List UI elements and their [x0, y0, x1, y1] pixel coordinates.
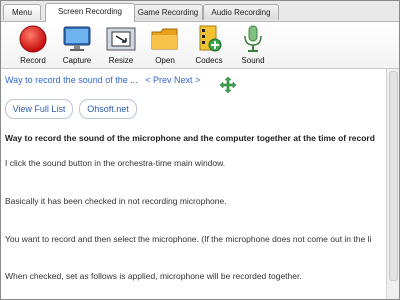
resize-button[interactable]: Resize — [99, 25, 143, 67]
tab-bar: Menu Screen Recording Game Recording Aud… — [1, 1, 399, 22]
capture-label: Capture — [62, 56, 92, 65]
ohsoft-link-button[interactable]: Ohsoft.net — [79, 99, 137, 119]
app-window: Menu Screen Recording Game Recording Aud… — [0, 0, 400, 300]
codecs-label: Codecs — [195, 56, 223, 65]
paragraph: Basically it has been checked in not rec… — [5, 196, 227, 206]
record-label: Record — [20, 56, 46, 65]
help-content: Way to record the sound of the ... < Pre… — [1, 69, 386, 299]
codecs-button[interactable]: Codecs — [187, 25, 231, 67]
article-nav: Way to record the sound of the ... < Pre… — [5, 75, 200, 85]
menu-button[interactable]: Menu — [3, 4, 41, 20]
paragraph: When checked, set as follows is applied,… — [5, 271, 302, 281]
paragraph: I click the sound button in the orchestr… — [5, 158, 226, 168]
paragraph: You want to record and then select the m… — [5, 234, 372, 244]
folder-icon — [151, 28, 178, 50]
prev-link[interactable]: < Prev — [145, 75, 171, 85]
tab-audio-recording[interactable]: Audio Recording — [203, 4, 279, 20]
capture-button[interactable]: Capture — [55, 25, 99, 67]
microphone-icon — [244, 25, 262, 52]
sound-button[interactable]: Sound — [231, 25, 275, 67]
codecs-icon — [199, 25, 222, 52]
article-title-link[interactable]: Way to record the sound of the ... — [5, 75, 138, 85]
tab-screen-recording[interactable]: Screen Recording — [45, 3, 135, 22]
article-heading: Way to record the sound of the microphon… — [5, 133, 375, 143]
next-link[interactable]: Next > — [174, 75, 200, 85]
record-icon — [19, 25, 47, 53]
open-button[interactable]: Open — [143, 25, 187, 67]
record-button[interactable]: Record — [11, 25, 55, 67]
monitor-icon — [63, 26, 91, 51]
open-label: Open — [155, 56, 175, 65]
resize-icon — [106, 27, 136, 51]
sound-label: Sound — [241, 56, 265, 65]
move-cursor-icon — [220, 77, 236, 93]
scrollbar-thumb[interactable] — [389, 71, 398, 281]
tab-game-recording[interactable]: Game Recording — [133, 4, 203, 20]
resize-label: Resize — [108, 56, 134, 65]
view-full-list-button[interactable]: View Full List — [5, 99, 73, 119]
toolbar: Record Capture Resize Open Codecs Sound — [1, 22, 399, 69]
vertical-scrollbar[interactable] — [386, 69, 399, 299]
